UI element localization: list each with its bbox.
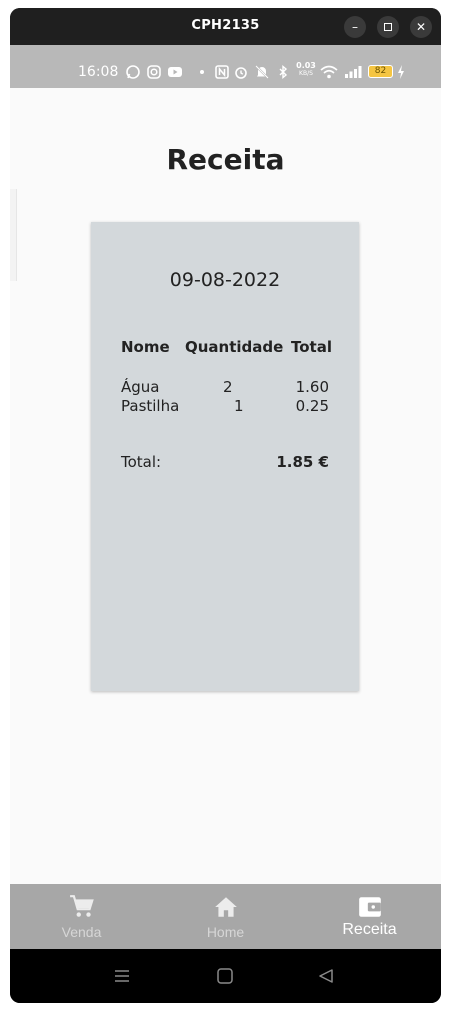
receipt-date: 09-08-2022 [169, 269, 281, 291]
row-quantity: 2 [223, 378, 233, 396]
nav-item-home[interactable]: Home [154, 884, 297, 949]
status-bar: 16:08 0.03 KB/S 82 [10, 45, 441, 88]
row-total: 0.25 [295, 397, 329, 415]
nfc-icon [215, 65, 229, 79]
minimize-button[interactable]: – [344, 16, 366, 38]
minimize-icon: – [352, 20, 358, 34]
row-name: Pastilha [121, 397, 180, 415]
column-header-quantity: Quantidade [185, 338, 284, 356]
status-time: 16:08 [78, 64, 119, 80]
nav-label-home: Home [206, 924, 245, 940]
wallet-icon [358, 897, 381, 917]
bottom-navigation: Venda Home Receita [10, 884, 441, 949]
system-navigation-bar [10, 949, 441, 1003]
mute-icon [255, 65, 269, 79]
row-quantity: 1 [234, 397, 244, 415]
menu-icon[interactable] [113, 967, 131, 985]
maximize-button[interactable] [377, 16, 399, 38]
close-button[interactable]: ✕ [410, 16, 432, 38]
battery-level: 82 [374, 66, 387, 76]
wifi-icon [320, 65, 338, 79]
home-square-icon[interactable] [216, 967, 234, 985]
charging-icon [398, 65, 404, 79]
instagram-icon [147, 65, 161, 79]
net-speed-value: 0.03 [296, 61, 316, 70]
main-content: Receita 09-08-2022 Nome Quantidade Total… [10, 88, 441, 884]
column-header-name: Nome [121, 338, 170, 356]
row-total: 1.60 [295, 378, 329, 396]
nav-item-venda[interactable]: Venda [10, 884, 153, 949]
maximize-icon [384, 23, 392, 31]
whatsapp-icon [126, 65, 140, 79]
signal-icon [345, 66, 362, 78]
row-name: Água [121, 378, 160, 396]
total-value: 1.85 € [276, 453, 329, 471]
home-icon [214, 897, 237, 917]
title-bar: CPH2135 – ✕ [10, 8, 441, 45]
close-icon: ✕ [415, 20, 427, 34]
nav-label-venda: Venda [61, 924, 102, 940]
app-window: CPH2135 – ✕ 16:08 0.03 KB/S 82 Receita 0… [10, 8, 441, 1003]
net-speed: 0.03 KB/S [295, 62, 317, 78]
back-triangle-icon[interactable] [317, 967, 335, 985]
receipt-card: 09-08-2022 Nome Quantidade Total Água 2 … [91, 222, 359, 691]
column-header-total: Total [291, 338, 332, 356]
nav-label-receita: Receita [342, 921, 397, 938]
side-drawer-handle[interactable] [10, 189, 17, 281]
dot-icon [200, 70, 204, 74]
alarm-icon [235, 67, 247, 79]
total-label: Total: [121, 453, 162, 471]
net-speed-unit: KB/S [299, 70, 313, 77]
battery-icon: 82 [368, 65, 393, 78]
youtube-icon [168, 67, 182, 77]
cart-icon [69, 895, 94, 917]
nav-item-receita[interactable]: Receita [298, 884, 441, 949]
bluetooth-icon [279, 65, 288, 79]
page-title: Receita [166, 143, 285, 176]
